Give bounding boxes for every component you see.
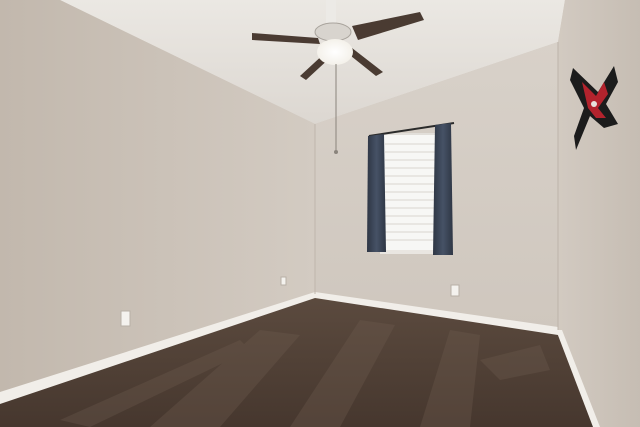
electrical-outlet bbox=[450, 284, 460, 297]
electrical-outlet bbox=[280, 276, 287, 286]
electrical-outlet bbox=[120, 310, 131, 327]
window bbox=[380, 133, 441, 254]
room-illustration bbox=[0, 0, 640, 427]
curtain-left bbox=[367, 134, 386, 252]
room-photo bbox=[0, 0, 640, 427]
curtain-right bbox=[433, 123, 453, 255]
fan-light bbox=[317, 39, 353, 65]
